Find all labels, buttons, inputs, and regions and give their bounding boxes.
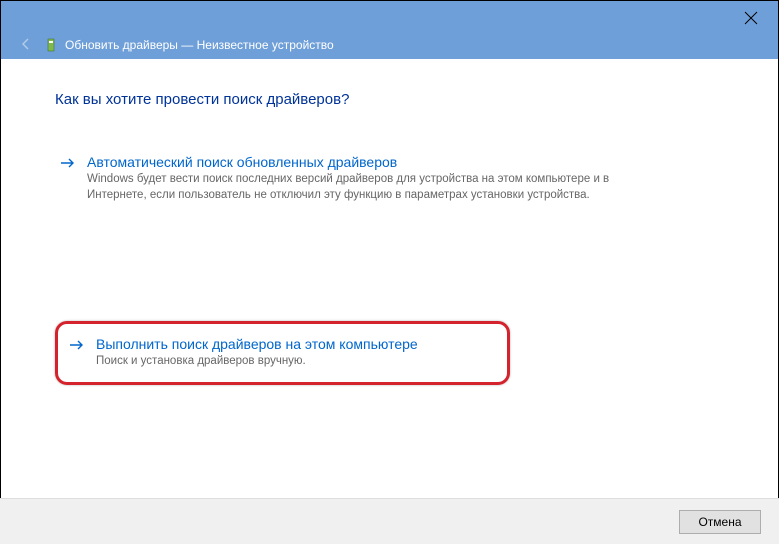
header-strip: Обновить драйверы — Неизвестное устройст… [1, 31, 778, 59]
window-title: Обновить драйверы — Неизвестное устройст… [65, 38, 334, 52]
device-icon [45, 38, 57, 52]
option-title: Автоматический поиск обновленных драйвер… [87, 154, 720, 170]
close-button[interactable] [744, 11, 758, 25]
cancel-button[interactable]: Отмена [679, 510, 761, 534]
back-arrow-icon [19, 37, 33, 54]
footer: Отмена [0, 498, 779, 544]
option-browse-computer[interactable]: Выполнить поиск драйверов на этом компью… [55, 321, 510, 385]
option-description: Windows будет вести поиск последних верс… [87, 172, 647, 203]
arrow-right-icon [59, 154, 77, 177]
page-heading: Как вы хотите провести поиск драйверов? [55, 91, 724, 108]
option-title: Выполнить поиск драйверов на этом компью… [96, 336, 497, 352]
content-area: Как вы хотите провести поиск драйверов? … [1, 59, 778, 489]
titlebar: Обновить драйверы — Неизвестное устройст… [1, 1, 778, 59]
arrow-right-icon [68, 336, 86, 359]
option-auto-search[interactable]: Автоматический поиск обновленных драйвер… [55, 146, 724, 211]
option-description: Поиск и установка драйверов вручную. [96, 354, 497, 370]
